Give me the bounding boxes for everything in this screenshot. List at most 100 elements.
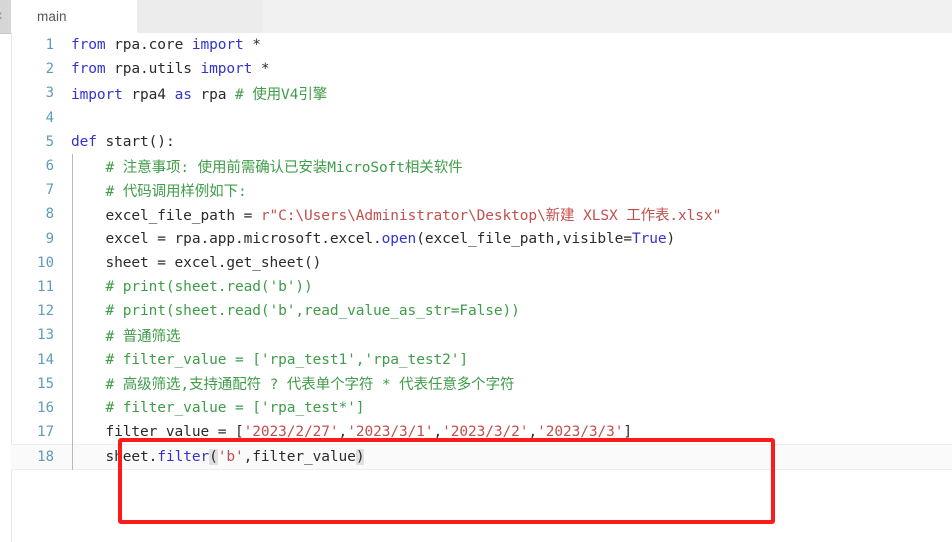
indent-guide <box>72 154 73 470</box>
code-line[interactable]: 13 # 普通筛选 <box>11 323 952 347</box>
code-token: rpa <box>191 86 235 103</box>
code-token: rpa.core <box>114 37 192 54</box>
line-number: 16 <box>37 399 54 416</box>
code-line-text: # 注意事项: 使用前需确认已安装MicroSoft相关软件 <box>71 156 952 177</box>
code-line[interactable]: 9 excel = rpa.app.microsoft.excel.open(e… <box>11 227 952 251</box>
code-line[interactable]: 4 <box>11 106 952 130</box>
code-editor[interactable]: 1 from rpa.core import * 2 from rpa.utils i… <box>11 33 952 542</box>
code-token: # 注意事项: 使用前需确认已安装MicroSoft相关软件 <box>71 159 463 176</box>
code-line[interactable]: 3 import rpa4 as rpa # 使用V4引擎 <box>11 81 952 105</box>
code-line[interactable]: 18 sheet.filter('b',filter_value) <box>11 444 952 471</box>
code-token: import <box>200 61 253 78</box>
code-line-text: from rpa.core import * <box>71 37 952 53</box>
code-token: ,filter_value <box>243 449 356 466</box>
code-token: # 使用V4引擎 <box>235 86 328 103</box>
code-token: import <box>191 37 244 54</box>
code-line-text: def start(): <box>71 134 952 150</box>
line-number: 17 <box>37 424 54 441</box>
code-token: '2023/3/2' <box>442 424 529 441</box>
line-number: 13 <box>37 327 54 344</box>
code-token: filter_value = [ <box>71 424 244 441</box>
line-number: 15 <box>37 375 54 392</box>
code-line[interactable]: 7 # 代码调用样例如下: <box>11 178 952 202</box>
code-line-text: # 普通筛选 <box>71 325 952 346</box>
code-token: '2023/2/27' <box>243 424 339 441</box>
code-token: , <box>433 424 443 441</box>
code-token: # 普通筛选 <box>71 328 181 345</box>
code-line-text: # print(sheet.read('b')) <box>71 279 952 295</box>
code-token: ( <box>209 449 218 466</box>
code-token: # 高级筛选,支持通配符 ? 代表单个字符 * 代表任意多个字符 <box>71 377 515 394</box>
line-number: 2 <box>45 61 54 78</box>
code-token: from <box>71 61 115 78</box>
code-token: excel = rpa.app.microsoft.excel. <box>71 230 382 247</box>
line-number: 4 <box>45 109 54 126</box>
code-token: r"C:\Users\Administrator\Desktop\新建 XLSX… <box>260 207 722 224</box>
code-line-text: excel_file_path = r"C:\Users\Administrat… <box>71 204 952 225</box>
rail-glyph-icon: x <box>0 9 2 21</box>
code-line[interactable]: 2 from rpa.utils import * <box>11 57 952 81</box>
code-token: , <box>338 424 348 441</box>
code-line[interactable]: 17 filter_value = ['2023/2/27','2023/3/1… <box>11 420 952 444</box>
line-number: 7 <box>45 182 54 199</box>
code-token: # 代码调用样例如下: <box>71 183 247 200</box>
code-line-text: from rpa.utils import * <box>71 61 952 77</box>
code-token: '2023/3/3' <box>537 424 624 441</box>
line-number: 9 <box>45 230 54 247</box>
code-token: def <box>71 133 106 150</box>
code-token: , <box>528 424 538 441</box>
code-line[interactable]: 12 # print(sheet.read('b',read_value_as_… <box>11 299 952 323</box>
code-token: 'b' <box>217 449 244 466</box>
code-line[interactable]: 5 def start(): <box>11 130 952 154</box>
code-token: open <box>381 230 417 247</box>
line-number: 14 <box>37 351 54 368</box>
editor-tab-bar: main <box>11 0 952 34</box>
code-token: start(): <box>105 133 175 150</box>
code-token: # filter_value = ['rpa_test1','rpa_test2… <box>71 351 469 368</box>
code-line[interactable]: 8 excel_file_path = r"C:\Users\Administr… <box>11 202 952 226</box>
tab-bar-filler <box>137 0 263 33</box>
code-lines-container[interactable]: 1 from rpa.core import * 2 from rpa.utils i… <box>11 33 952 471</box>
line-number: 1 <box>45 37 54 54</box>
code-token: # filter_value = ['rpa_test*'] <box>71 399 365 416</box>
code-token: filter <box>157 449 210 466</box>
code-line[interactable]: 15 # 高级筛选,支持通配符 ? 代表单个字符 * 代表任意多个字符 <box>11 372 952 396</box>
code-line-text: filter_value = ['2023/2/27','2023/3/1','… <box>71 424 952 440</box>
code-token: (excel_file_path,visible= <box>416 230 632 247</box>
code-line-text: # filter_value = ['rpa_test1','rpa_test2… <box>71 352 952 368</box>
code-line[interactable]: 10 sheet = excel.get_sheet() <box>11 251 952 275</box>
code-line-text: # 代码调用样例如下: <box>71 180 952 201</box>
code-token: # print(sheet.read('b',read_value_as_str… <box>71 303 520 320</box>
code-token: ] <box>623 424 633 441</box>
code-token: rpa4 <box>131 86 175 103</box>
code-token: True <box>631 230 667 247</box>
code-line-text: excel = rpa.app.microsoft.excel.open(exc… <box>71 231 952 247</box>
code-line-text: sheet.filter('b',filter_value) <box>71 449 952 466</box>
code-token: * <box>252 61 270 78</box>
code-line-text: # 高级筛选,支持通配符 ? 代表单个字符 * 代表任意多个字符 <box>71 373 952 394</box>
code-line[interactable]: 14 # filter_value = ['rpa_test1','rpa_te… <box>11 347 952 371</box>
code-token: sheet = excel.get_sheet() <box>71 254 322 271</box>
tab-main[interactable]: main <box>11 0 137 33</box>
code-line[interactable]: 16 # filter_value = ['rpa_test*'] <box>11 396 952 420</box>
code-line-text: # print(sheet.read('b',read_value_as_str… <box>71 303 952 319</box>
code-line[interactable]: 6 # 注意事项: 使用前需确认已安装MicroSoft相关软件 <box>11 154 952 178</box>
line-number: 8 <box>45 206 54 223</box>
code-line[interactable]: 1 from rpa.core import * <box>11 33 952 57</box>
line-number: 6 <box>45 158 54 175</box>
code-token: ) <box>666 230 676 247</box>
code-token: '2023/3/1' <box>347 424 434 441</box>
line-number: 3 <box>45 85 54 102</box>
code-token: ) <box>355 449 365 466</box>
code-token: excel_file_path = <box>71 207 261 224</box>
code-token: sheet. <box>71 449 158 466</box>
code-line-text: import rpa4 as rpa # 使用V4引擎 <box>71 83 952 104</box>
code-token: from <box>71 37 115 54</box>
code-token: rpa.utils <box>114 61 201 78</box>
code-token: # print(sheet.read('b')) <box>71 278 313 295</box>
tab-main-label: main <box>37 9 67 24</box>
line-number: 18 <box>37 449 54 466</box>
code-line[interactable]: 11 # print(sheet.read('b')) <box>11 275 952 299</box>
code-line-text: # filter_value = ['rpa_test*'] <box>71 400 952 416</box>
code-token: * <box>243 37 261 54</box>
